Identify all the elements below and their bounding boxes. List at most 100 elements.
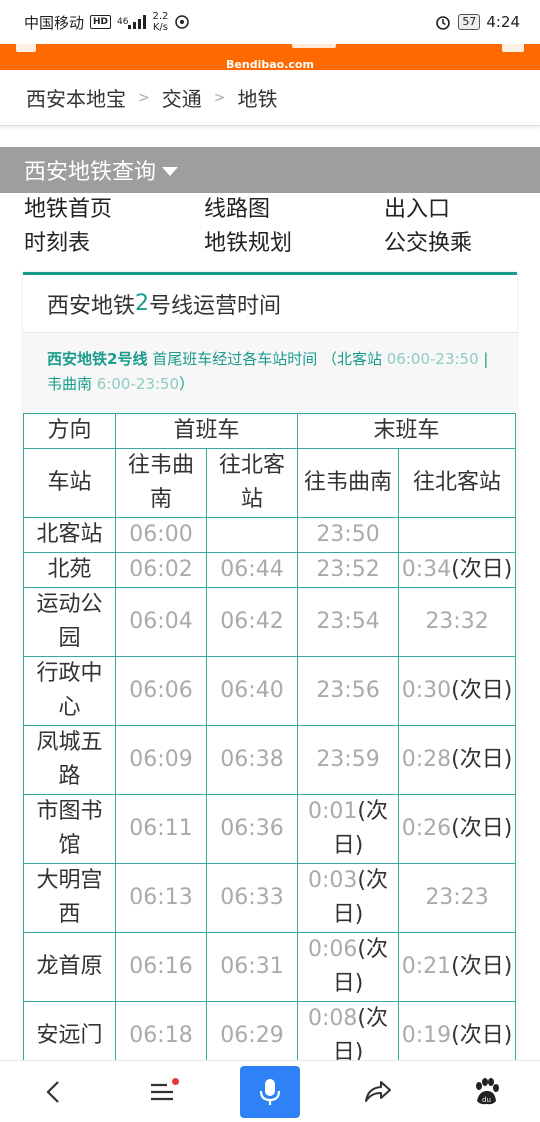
table-row: 北客站 06:00 23:50 [23,517,517,553]
last-train-to-beikezhan [398,517,517,553]
bottom-nav: du [0,1060,540,1122]
intro-text: 西安地铁2号线 首尾班车经过各车站时间 （北客站 06:00-23:50 | 韦… [23,333,517,413]
share-icon [365,1080,391,1102]
svg-text:du: du [482,1096,491,1104]
hd-badge-icon: HD [90,15,112,29]
intro-line-name: 西安地铁2号线 [47,350,148,368]
station-name: 北苑 [23,552,116,588]
station-name: 行政中心 [23,656,116,726]
intro-text-main: 首尾班车经过各车站时间 （北客站 [147,350,387,368]
first-train-to-beikezhan: 06:42 [205,587,299,657]
first-train-to-beikezhan: 06:44 [205,552,299,588]
station-name: 凤城五路 [23,725,116,795]
menu-icon [151,1083,173,1100]
table-row: 运动公园 06:04 06:42 23:54 23:32 [23,587,517,657]
last-train-to-weiqunan: 23:56 [297,656,400,726]
station-name: 市图书馆 [23,794,116,864]
network-type: 46 [117,17,129,27]
intro-end: ） [179,375,195,393]
first-train-to-weiqunan: 06:02 [115,552,207,588]
first-train-to-weiqunan: 06:04 [115,587,207,657]
header-first-to-beikezhan: 往北客站 [205,448,299,518]
link-line-map[interactable]: 线路图 [204,194,384,226]
table-row: 凤城五路 06:09 06:38 23:59 0:28(次日) [23,725,517,795]
last-train-to-beikezhan: 0:30(次日) [398,656,517,726]
last-train-to-weiqunan: 0:03(次日) [297,863,400,933]
header-last-train: 末班车 [297,413,517,449]
header-first-to-weiqunan: 往韦曲南 [115,448,207,518]
timetable-body: 北客站 06:00 23:50 北苑 06:02 06:44 23:52 0:34(次日) 运动… [23,517,517,1071]
station-name: 运动公园 [23,587,116,657]
last-train-to-beikezhan: 0:21(次日) [398,932,517,1002]
header-station: 车站 [23,448,116,518]
last-train-to-beikezhan: 0:28(次日) [398,725,517,795]
metro-query-dropdown[interactable]: 西安地铁查询 [0,147,540,193]
first-train-to-beikezhan: 06:31 [205,932,299,1002]
link-timetable[interactable]: 时刻表 [24,228,204,260]
header-direction: 方向 [23,413,116,449]
timetable: 方向 首班车 末班车 车站 往韦曲南 往北客站 往韦曲南 往北客站 北客站 06:… [23,413,517,1071]
speed-unit: K/s [152,22,168,33]
last-train-to-weiqunan: 23:50 [297,517,400,553]
first-train-to-beikezhan: 06:40 [205,656,299,726]
first-train-to-weiqunan: 06:00 [115,517,207,553]
last-train-to-weiqunan: 23:59 [297,725,400,795]
header-last-to-weiqunan: 往韦曲南 [297,448,400,518]
clock: 4:24 [486,13,520,31]
first-train-to-beikezhan: 06:36 [205,794,299,864]
site-logo[interactable]: Bendibao.com [226,58,314,71]
table-row: 龙首原 06:16 06:31 0:06(次日) 0:21(次日) [23,932,517,1002]
voice-search-button[interactable] [240,1065,300,1118]
first-train-to-weiqunan: 06:16 [115,932,207,1002]
card-title-post: 号线运营时间 [149,293,282,319]
last-train-to-weiqunan: 23:54 [297,587,400,657]
breadcrumb-metro[interactable]: 地铁 [237,83,277,112]
speed-value: 2.2 [152,11,169,22]
last-train-to-beikezhan: 0:34(次日) [398,552,517,588]
first-train-to-beikezhan: 06:38 [205,725,299,795]
baidu-home-button[interactable]: du [456,1066,516,1118]
back-button[interactable] [24,1066,84,1118]
first-train-to-weiqunan: 06:13 [115,863,207,933]
header-last-to-beikezhan: 往北客站 [398,448,517,518]
network-speed: 2.2 K/s [152,11,168,33]
signal-icon: 46 [117,15,147,29]
metro-links: 地铁首页 线路图 出入口 时刻表 地铁规划 公交换乘 [24,194,524,260]
table-row: 市图书馆 06:11 06:36 0:01(次日) 0:26(次日) [23,794,517,864]
station-name: 大明宫西 [23,863,116,933]
breadcrumb-home[interactable]: 西安本地宝 [26,83,126,112]
alarm-icon [434,13,452,31]
link-bus-transfer[interactable]: 公交换乘 [384,228,524,260]
card-title-pre: 西安地铁 [47,293,136,319]
card-title: 西安地铁 2 号线运营时间 [23,275,517,333]
last-train-to-beikezhan: 23:32 [398,587,517,657]
location-icon [174,14,190,30]
link-metro-plan[interactable]: 地铁规划 [204,228,384,260]
timetable-card: 西安地铁 2 号线运营时间 西安地铁2号线 首尾班车经过各车站时间 （北客站 06:… [23,272,517,1072]
breadcrumb-traffic[interactable]: 交通 [162,83,202,112]
station-name: 北客站 [23,517,116,553]
battery-icon: 57 [458,14,481,30]
site-title-fragment [292,44,336,48]
last-train-to-weiqunan: 0:01(次日) [297,794,400,864]
menu-button[interactable] [132,1066,192,1118]
baidu-paw-icon: du [476,1077,499,1104]
table-row: 行政中心 06:06 06:40 23:56 0:30(次日) [23,656,517,726]
last-train-to-beikezhan: 0:26(次日) [398,794,517,864]
status-left: 中国移动 HD 46 2.2 K/s [24,11,190,33]
breadcrumb-separator: > [213,89,226,106]
notification-dot [172,1077,179,1085]
share-button[interactable] [348,1066,408,1118]
user-icon[interactable] [502,44,524,52]
carrier-name: 中国移动 [24,13,85,32]
first-train-to-beikezhan [205,517,299,553]
link-entrances[interactable]: 出入口 [384,194,524,226]
first-train-to-weiqunan: 06:06 [115,656,207,726]
first-train-to-weiqunan: 06:11 [115,794,207,864]
last-train-to-weiqunan: 0:06(次日) [297,932,400,1002]
station-name: 龙首原 [23,932,116,1002]
link-metro-home[interactable]: 地铁首页 [24,194,204,226]
caret-down-icon [162,167,179,176]
menu-icon[interactable] [16,44,36,52]
breadcrumb-separator: > [138,89,150,106]
